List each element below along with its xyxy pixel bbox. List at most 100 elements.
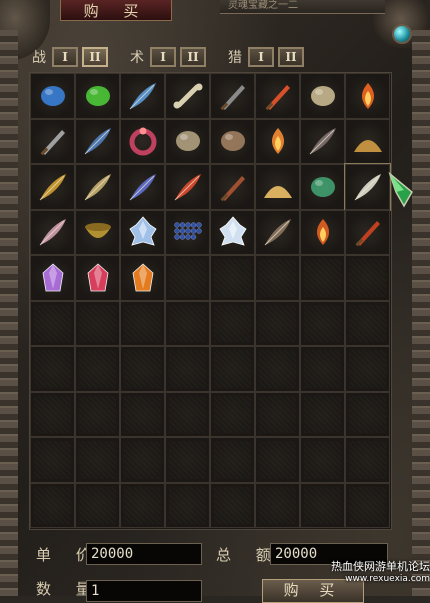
item-slot[interactable] [300,73,345,119]
item-slot[interactable] [210,209,255,255]
empty-slot [75,346,120,392]
frame-border-right [412,30,430,596]
item-slot[interactable] [120,209,165,255]
item-slot[interactable] [75,164,120,210]
item-slot[interactable] [210,164,255,210]
item-slot[interactable] [300,118,345,164]
bat-wing-icon [309,128,336,155]
fire-hook-icon [354,221,380,247]
empty-slot [300,255,345,301]
item-slot[interactable] [344,163,391,211]
item-slot[interactable] [165,164,210,210]
item-slot[interactable] [75,209,120,255]
ruby-ring-icon [129,127,156,156]
empty-slot [300,346,345,392]
tab-group-label: 术 [130,50,144,66]
empty-slot [120,300,165,346]
empty-slot [30,437,75,483]
item-slot[interactable] [255,164,300,210]
red-gem-icon [87,263,108,292]
tab-group-label: 战 [32,50,46,66]
item-slot[interactable] [255,209,300,255]
empty-slot [30,346,75,392]
item-slot[interactable] [30,73,75,119]
empty-slot [345,391,390,437]
claw-icon [175,131,200,152]
blue-feather-icon [129,82,156,110]
watermark-line1: 热血侠网游单机论坛 [331,560,430,573]
empty-slot [300,300,345,346]
tab-button[interactable]: II [82,47,108,67]
pink-wing-icon [39,219,66,246]
item-slot[interactable] [120,118,165,164]
item-slot[interactable] [345,209,390,255]
category-tabs: 战 I II 术 I II 猎 I II [32,44,326,70]
tab-group-label: 猎 [228,50,242,66]
item-slot[interactable] [30,255,75,301]
empty-slot [210,437,255,483]
window-subtitle: 灵魂宝藏之一二 [220,0,385,14]
item-slot[interactable] [30,118,75,164]
empty-slot [345,300,390,346]
item-slot[interactable] [300,209,345,255]
tab-button[interactable]: II [278,47,304,67]
white-crystal-icon [218,216,247,246]
tab-group: 术 I II [130,47,210,67]
window-title: 购 买 [60,0,172,21]
tab-group: 战 I II [32,47,112,67]
empty-slot [255,346,300,392]
empty-slot [255,300,300,346]
empty-slot [30,482,75,528]
blue-cloud-icon [40,85,65,106]
item-slot[interactable] [75,255,120,301]
item-slot[interactable] [210,73,255,119]
tab-button[interactable]: II [180,47,206,67]
item-slot[interactable] [165,118,210,164]
prism-feather-icon [129,173,156,201]
item-slot[interactable] [345,118,390,164]
empty-slot [210,255,255,301]
bone-icon [173,83,202,109]
empty-slot [345,255,390,301]
tab-button[interactable]: I [248,47,274,67]
empty-slot [165,255,210,301]
item-slot[interactable] [300,164,345,210]
branch-icon [219,175,245,201]
item-slot[interactable] [255,73,300,119]
item-slot[interactable] [75,118,120,164]
close-orb-icon[interactable] [392,24,412,44]
empty-slot [165,346,210,392]
frame-border-left [0,30,18,596]
empty-slot [120,391,165,437]
empty-slot [255,437,300,483]
empty-slot [165,391,210,437]
item-slot[interactable] [120,164,165,210]
item-slot[interactable] [120,255,165,301]
flame-lamp-icon [316,219,329,246]
empty-slot [120,437,165,483]
empty-slot [165,482,210,528]
empty-slot [210,346,255,392]
empty-slot [30,300,75,346]
green-gem-cursor-icon [388,171,413,208]
quantity-input[interactable]: 1 [86,580,202,602]
item-slot[interactable] [165,73,210,119]
gold-bowl-icon [84,223,111,239]
empty-slot [75,391,120,437]
tab-button[interactable]: I [52,47,78,67]
item-slot[interactable] [75,73,120,119]
fire-torch-icon [361,82,374,109]
item-slot[interactable] [255,118,300,164]
empty-slot [345,482,390,528]
golden-feather-icon [39,173,66,201]
empty-slot [75,300,120,346]
item-slot[interactable] [210,118,255,164]
item-slot[interactable] [345,73,390,119]
empty-slot [120,346,165,392]
item-slot[interactable] [30,164,75,210]
empty-slot [345,346,390,392]
item-slot[interactable] [30,209,75,255]
item-slot[interactable] [165,209,210,255]
item-slot[interactable] [120,73,165,119]
tab-button[interactable]: I [150,47,176,67]
